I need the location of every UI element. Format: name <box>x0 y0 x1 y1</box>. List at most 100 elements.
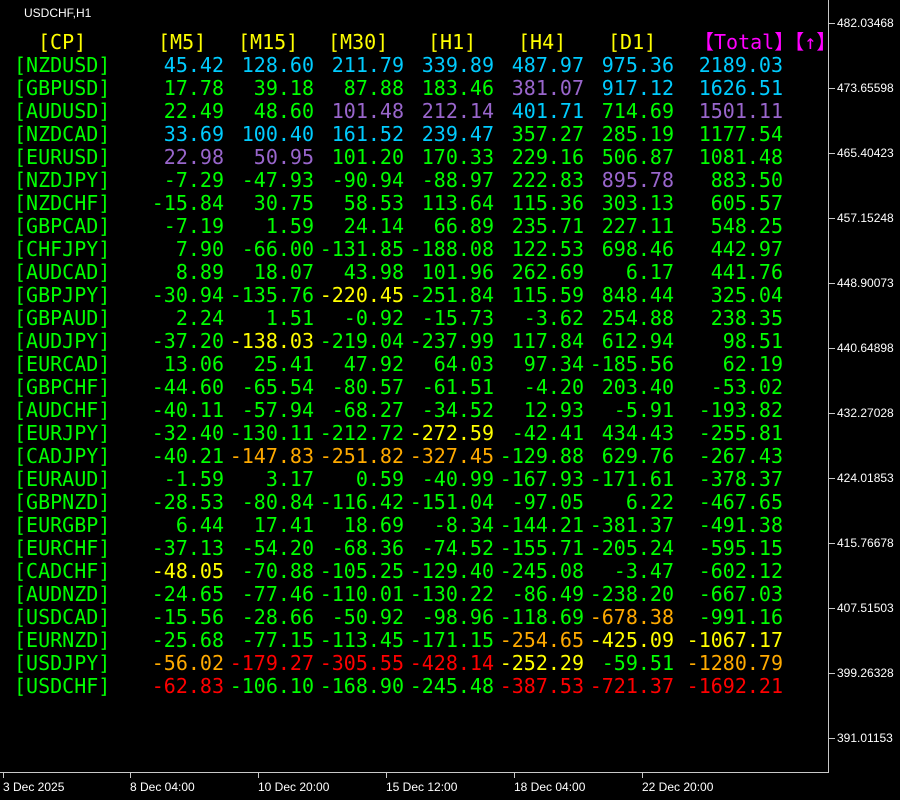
strength-value: 227.11 <box>601 214 674 238</box>
strength-value: -105.25 <box>319 559 404 583</box>
strength-value: -7.19 <box>163 214 224 238</box>
strength-value: 13.06 <box>163 352 224 376</box>
total-value: -1280.79 <box>686 651 783 675</box>
price-axis[interactable]: 482.03468 473.65598 465.40423 457.15248 448.… <box>829 0 900 772</box>
symbol-label: [CHFJPY] <box>14 237 111 261</box>
strength-value: 101.96 <box>421 260 494 284</box>
strength-value: -15.84 <box>151 191 224 215</box>
strength-value: 357.27 <box>511 122 584 146</box>
header-m15: [M15] <box>238 30 299 54</box>
chart-area[interactable]: USDCHF,H1 [CP] [M5] [M15] [M30] [H1] [H4] [D1]… <box>0 0 836 773</box>
strength-value: -7.29 <box>163 168 224 192</box>
strength-value: 254.88 <box>601 306 674 330</box>
price-tick <box>829 413 835 414</box>
strength-value: -15.73 <box>421 306 494 330</box>
strength-value: -147.83 <box>229 444 314 468</box>
symbol-label: [EURCHF] <box>14 536 111 560</box>
strength-value: 39.18 <box>253 76 314 100</box>
symbol-label: [USDJPY] <box>14 651 111 675</box>
strength-value: -5.91 <box>613 398 674 422</box>
strength-value: 115.36 <box>511 191 584 215</box>
strength-value: 401.71 <box>511 99 584 123</box>
strength-value: -80.57 <box>331 375 404 399</box>
strength-value: -37.20 <box>151 329 224 353</box>
total-value: -193.82 <box>698 398 783 422</box>
price-label: 407.51503 <box>837 601 894 615</box>
symbol-label: [EURUSD] <box>14 145 111 169</box>
strength-value: 170.33 <box>421 145 494 169</box>
strength-value: 101.48 <box>331 99 404 123</box>
strength-value: -8.34 <box>433 513 494 537</box>
strength-value: -77.15 <box>241 628 314 652</box>
total-value: -267.43 <box>698 444 783 468</box>
symbol-label: [GBPCAD] <box>14 214 111 238</box>
chart-title: USDCHF,H1 <box>24 6 92 20</box>
strength-value: 975.36 <box>601 53 674 77</box>
strength-value: -167.93 <box>499 467 584 491</box>
strength-value: 161.52 <box>331 122 404 146</box>
strength-value: -212.72 <box>319 421 404 445</box>
strength-value: 101.20 <box>331 145 404 169</box>
strength-value: -251.84 <box>409 283 494 307</box>
time-tick <box>130 773 131 778</box>
price-tick <box>829 153 835 154</box>
strength-value: -37.13 <box>151 536 224 560</box>
symbol-label: [GBPAUD] <box>14 306 111 330</box>
strength-value: -62.83 <box>151 674 224 698</box>
strength-value: -97.05 <box>511 490 584 514</box>
price-label: 399.26328 <box>837 666 894 680</box>
price-tick <box>829 218 835 219</box>
strength-value: -15.56 <box>151 605 224 629</box>
total-value: -378.37 <box>698 467 783 491</box>
time-tick <box>3 773 4 778</box>
price-label: 457.15248 <box>837 211 894 225</box>
strength-value: -238.20 <box>589 582 674 606</box>
strength-value: 2.24 <box>175 306 224 330</box>
strength-value: -116.42 <box>319 490 404 514</box>
strength-value: -251.82 <box>319 444 404 468</box>
strength-value: 117.84 <box>511 329 584 353</box>
header-h4: [H4] <box>518 30 567 54</box>
strength-value: -56.02 <box>151 651 224 675</box>
strength-value: -25.68 <box>151 628 224 652</box>
time-label: 22 Dec 20:00 <box>642 780 714 794</box>
strength-value: -3.62 <box>523 306 584 330</box>
strength-value: 87.88 <box>343 76 404 100</box>
total-value: 1177.54 <box>698 122 783 146</box>
strength-value: 6.22 <box>625 490 674 514</box>
price-tick <box>829 348 835 349</box>
total-value: -491.38 <box>698 513 783 537</box>
strength-value: -28.66 <box>241 605 314 629</box>
total-value: 2189.03 <box>698 53 783 77</box>
strength-value: 848.44 <box>601 283 674 307</box>
symbol-label: [EURCAD] <box>14 352 111 376</box>
total-value: 1501.11 <box>698 99 783 123</box>
strength-value: -68.27 <box>331 398 404 422</box>
strength-value: -40.11 <box>151 398 224 422</box>
strength-value: 203.40 <box>601 375 674 399</box>
strength-value: 1.51 <box>265 306 314 330</box>
strength-value: 128.60 <box>241 53 314 77</box>
symbol-label: [GBPUSD] <box>14 76 111 100</box>
symbol-label: [GBPCHF] <box>14 375 111 399</box>
time-axis[interactable]: 3 Dec 2025 8 Dec 04:00 10 Dec 20:00 15 Dec … <box>0 773 829 800</box>
strength-value: 339.89 <box>421 53 494 77</box>
strength-value: -1.59 <box>163 467 224 491</box>
strength-value: -70.88 <box>241 559 314 583</box>
time-tick <box>514 773 515 778</box>
strength-value: -57.94 <box>241 398 314 422</box>
time-label: 3 Dec 2025 <box>3 780 65 794</box>
strength-value: -237.99 <box>409 329 494 353</box>
strength-value: -47.93 <box>241 168 314 192</box>
strength-value: -188.08 <box>409 237 494 261</box>
strength-value: 239.47 <box>421 122 494 146</box>
strength-value: -68.36 <box>331 536 404 560</box>
symbol-label: [USDCAD] <box>14 605 111 629</box>
strength-value: 48.60 <box>253 99 314 123</box>
strength-value: 487.97 <box>511 53 584 77</box>
total-value: -1067.17 <box>686 628 783 652</box>
total-value: 62.19 <box>722 352 783 376</box>
strength-value: -179.27 <box>229 651 314 675</box>
strength-value: 381.07 <box>511 76 584 100</box>
strength-value: 7.90 <box>175 237 224 261</box>
